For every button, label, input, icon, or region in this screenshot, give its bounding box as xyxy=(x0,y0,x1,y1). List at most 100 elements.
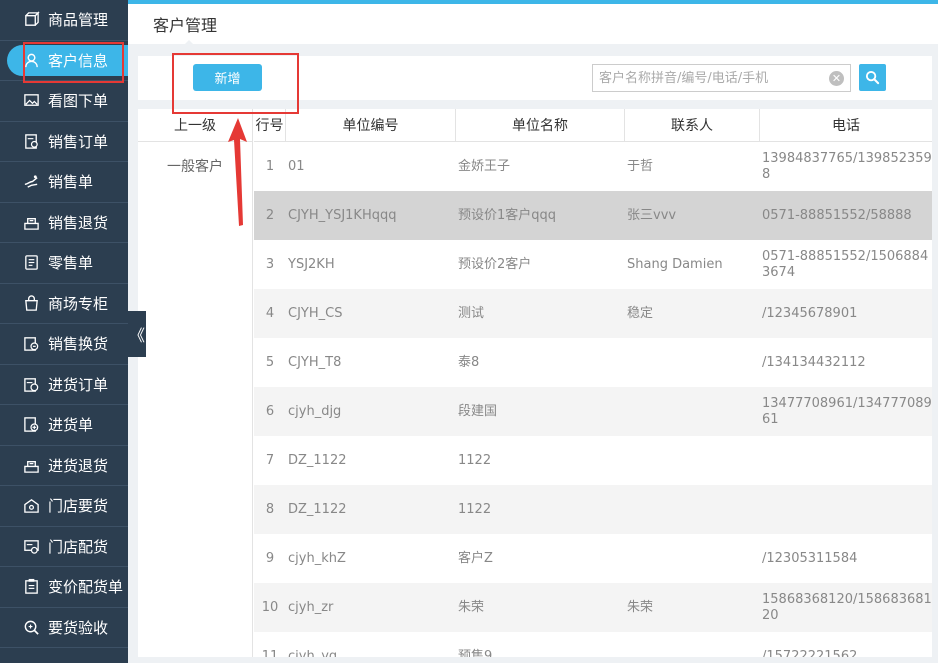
sidebar-item[interactable]: 销售退货 xyxy=(0,203,128,243)
sidebar-item[interactable]: 进货退货 xyxy=(0,446,128,486)
cell-code: 01 xyxy=(288,158,305,174)
cell-phone: /12305311584 xyxy=(762,550,858,566)
hand-icon xyxy=(22,173,40,191)
table-row[interactable]: 6 cjyh_djg 段建国 13477708961/13477708961 xyxy=(254,387,932,436)
cell-row-number: 11 xyxy=(261,648,279,658)
search-icon xyxy=(865,70,880,85)
cell-name: 预设价2客户 xyxy=(458,256,532,272)
cell-name: 预设价1客户qqq xyxy=(458,207,557,223)
sidebar-item[interactable]: 销售换货 xyxy=(0,324,128,365)
exchange-icon xyxy=(22,335,40,353)
cell-code: cjyh_yg xyxy=(288,648,338,658)
cell-code: CJYH_CS xyxy=(288,305,343,321)
table-row[interactable]: 10 cjyh_zr 朱荣 朱荣 15868368120/15868368120 xyxy=(254,583,932,632)
sidebar-item-label: 变价配货单 xyxy=(48,578,124,597)
search-button[interactable] xyxy=(859,64,886,91)
cell-row-number: 9 xyxy=(265,550,275,566)
bag-icon xyxy=(22,294,40,312)
table-header: 行号 单位编号 单位名称 联系人 电话 xyxy=(254,109,932,142)
receipt-icon xyxy=(22,254,40,272)
cell-contact: Shang Damien xyxy=(627,256,723,272)
store-icon xyxy=(22,497,40,515)
distribution-icon xyxy=(22,537,40,555)
cell-name: 朱荣 xyxy=(458,599,485,615)
highlight-box-customer-info xyxy=(23,42,124,83)
annotation-arrow xyxy=(228,118,247,226)
sidebar-item-label: 进货订单 xyxy=(48,375,109,394)
table-row[interactable]: 8 DZ_1122 1122 xyxy=(254,485,932,534)
column-header-code[interactable]: 单位编号 xyxy=(286,109,456,141)
page-title: 客户管理 xyxy=(153,16,218,35)
purchase-order-icon xyxy=(22,375,40,393)
sidebar-item[interactable]: 销售单 xyxy=(0,162,128,203)
sidebar-item[interactable]: 商场专柜 xyxy=(0,284,128,324)
order-icon xyxy=(22,132,40,150)
box-icon xyxy=(22,11,40,29)
sidebar-item[interactable]: 进货单 xyxy=(0,405,128,446)
table-row[interactable]: 1 01 金娇王子 于哲 13984837765/1398523598 xyxy=(254,142,932,191)
cell-contact xyxy=(625,632,760,657)
sidebar-item-label: 销售换货 xyxy=(48,335,109,354)
table-row[interactable]: 3 YSJ2KH 预设价2客户 Shang Damien 0571-88851552/1… xyxy=(254,240,932,289)
return-icon xyxy=(22,213,40,231)
cell-phone: 0571-88851552/58888 xyxy=(762,207,912,223)
highlight-box-add-button xyxy=(172,53,299,114)
sidebar-item-label: 商品管理 xyxy=(48,11,109,30)
cell-code: cjyh_khZ xyxy=(288,550,346,566)
inspect-icon xyxy=(22,618,40,636)
column-header-contact[interactable]: 联系人 xyxy=(625,109,760,141)
sidebar-item-label: 进货单 xyxy=(48,416,94,435)
page-header: 客户管理 xyxy=(128,4,938,48)
purchase-icon xyxy=(22,416,40,434)
table-row[interactable]: 2 CJYH_YSJ1KHqqq 预设价1客户qqq 张三vvv 0571-888515… xyxy=(254,191,932,240)
table-row[interactable]: 11 cjyh_yg 预售9/15722221562 xyxy=(254,632,932,658)
sidebar-collapse-button[interactable]: 《 xyxy=(128,311,146,357)
sidebar-item-label: 零售单 xyxy=(48,254,94,273)
purchase-return-icon xyxy=(22,456,40,474)
clipboard-icon xyxy=(22,578,40,596)
table-body: 1 01 金娇王子 于哲 13984837765/1398523598 2 CJYH_YSJ… xyxy=(254,142,932,657)
cell-name: 1122 xyxy=(458,501,492,517)
cell-row-number: 8 xyxy=(265,501,275,517)
cell-row-number: 3 xyxy=(265,256,275,272)
sidebar-item[interactable]: 要货验收 xyxy=(0,608,128,648)
sidebar-item[interactable]: 零售单 xyxy=(0,243,128,284)
cell-row-number: 5 xyxy=(265,354,275,370)
cell-contact xyxy=(625,387,760,436)
clear-icon[interactable]: ✕ xyxy=(829,71,844,86)
cell-name: 1122 xyxy=(458,452,492,468)
table-row[interactable]: 4 CJYH_CS 测试 稳定/12345678901 xyxy=(254,289,932,338)
sidebar-item[interactable]: 销售订单 xyxy=(0,122,128,162)
cell-code: YSJ2KH xyxy=(288,256,335,272)
column-header-name[interactable]: 单位名称 xyxy=(456,109,625,141)
table-row[interactable]: 5 CJYH_T8 泰8/134134432112 xyxy=(254,338,932,387)
cell-phone xyxy=(760,436,932,485)
sidebar: 商品管理 客户信息 看图下单 销售订单 销售单 销售退货 零售单 商场专柜 销售换货 进货订单 进货… xyxy=(0,0,128,663)
cell-phone: 13477708961/13477708961 xyxy=(762,395,932,427)
cell-contact xyxy=(625,436,760,485)
cell-contact: 朱荣 xyxy=(627,599,654,615)
search-input[interactable] xyxy=(593,65,821,91)
cell-name: 测试 xyxy=(458,305,485,321)
sidebar-item[interactable]: 看图下单 xyxy=(0,81,128,122)
sidebar-item[interactable]: 门店要货 xyxy=(0,486,128,527)
sidebar-item[interactable]: 进货订单 xyxy=(0,365,128,405)
cell-name: 预售9 xyxy=(458,648,493,658)
cell-row-number: 2 xyxy=(265,207,275,223)
cell-phone xyxy=(760,485,932,534)
sidebar-item[interactable]: 变价配货单 xyxy=(0,567,128,608)
sidebar-item[interactable]: 商品管理 xyxy=(0,0,128,41)
cell-row-number: 1 xyxy=(265,158,275,174)
sidebar-item-label: 门店要货 xyxy=(48,497,109,516)
cell-code: CJYH_YSJ1KHqqq xyxy=(288,207,397,223)
cell-phone: /15722221562 xyxy=(762,648,858,658)
customer-table: 行号 单位编号 单位名称 联系人 电话 1 01 金娇王子 于哲 13984837765… xyxy=(254,109,932,657)
sidebar-item[interactable]: 门店配货 xyxy=(0,527,128,567)
cell-contact xyxy=(625,338,760,387)
column-header-phone[interactable]: 电话 xyxy=(760,109,932,141)
search-box: ✕ xyxy=(592,64,851,92)
cell-row-number: 6 xyxy=(265,403,275,419)
table-row[interactable]: 9 cjyh_khZ 客户Z/12305311584 xyxy=(254,534,932,583)
table-row[interactable]: 7 DZ_1122 1122 xyxy=(254,436,932,485)
sidebar-item-label: 销售订单 xyxy=(48,132,109,151)
